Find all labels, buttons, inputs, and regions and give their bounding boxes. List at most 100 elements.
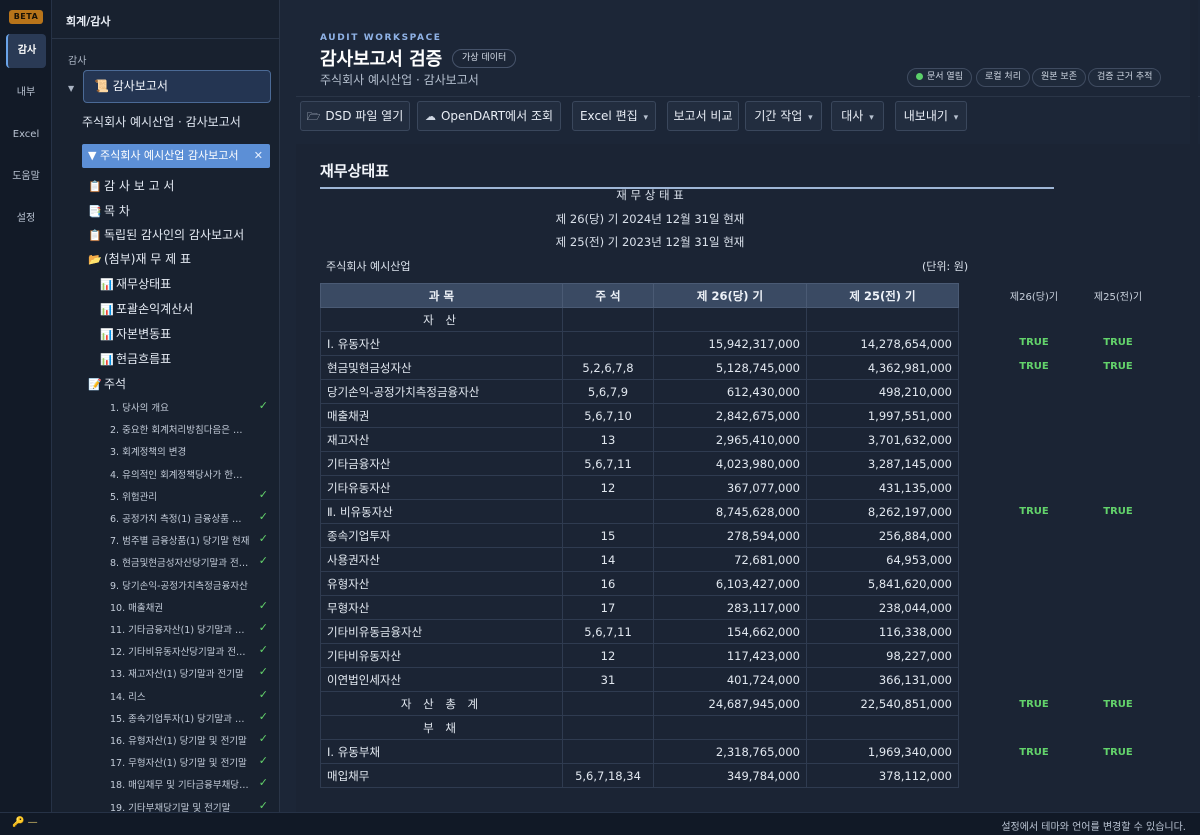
table-row[interactable]: 자 산 — [320, 307, 959, 332]
table-row[interactable]: 기타비유동자산 12 117,423,000 98,227,000 — [320, 643, 959, 668]
note-item[interactable]: 3. 회계정책의 변경 — [110, 444, 268, 458]
note-item[interactable]: 4. 유의적인 회계정책당사가 한국채택국제회계 — [110, 467, 268, 481]
note-item[interactable]: 13. 재고자산(1) 당기말과 전기말 ✓ — [110, 665, 268, 680]
note-item[interactable]: 7. 범주별 금융상품(1) 당기말 현재 ✓ — [110, 532, 268, 547]
tree-item[interactable]: 📊 재무상태표 — [100, 275, 171, 292]
table-row[interactable]: 사용권자산 14 72,681,000 64,953,000 — [320, 547, 959, 572]
note-item-label: 1. 당사의 개요 — [110, 403, 169, 414]
button-label: 기간 작업 — [754, 109, 803, 123]
tree-item[interactable]: 📂 (첨부)재 무 제 표 — [88, 250, 191, 267]
document-context-label: 주식회사 예시산업 · 감사보고서 — [82, 115, 241, 129]
prior-amount-cell — [806, 307, 959, 332]
note-item[interactable]: 11. 기타금융자산(1) 당기말과 전기말 ✓ — [110, 621, 268, 636]
note-item[interactable]: 12. 기타비유동자산당기말과 전기말 ✓ — [110, 643, 268, 658]
note-item[interactable]: 8. 현금및현금성자산당기말과 전기말 ✓ — [110, 554, 268, 570]
column-header-account: 과 목 — [320, 283, 563, 308]
table-row[interactable]: 매출채권 5,6,7,10 2,842,675,000 1,997,551,000 — [320, 403, 959, 428]
table-row[interactable]: 기타금융자산 5,6,7,11 4,023,980,000 3,287,145,000 — [320, 451, 959, 476]
check-icon: ✓ — [258, 732, 268, 745]
button-label: DSD 파일 열기 — [325, 109, 404, 123]
note-cell: 12 — [562, 643, 654, 668]
current-amount-cell — [653, 307, 807, 332]
current-amount-cell — [653, 715, 807, 740]
table-row[interactable]: 이연법인세자산 31 401,724,000 366,131,000 — [320, 667, 959, 692]
column-header-note: 주 석 — [562, 283, 654, 308]
table-row[interactable]: 자 산 총 계 24,687,945,000 22,540,851,000 — [320, 691, 959, 716]
note-item[interactable]: 10. 매출채권 ✓ — [110, 599, 268, 614]
table-row[interactable]: Ⅰ. 유동자산 15,942,317,000 14,278,654,000 — [320, 331, 959, 356]
check-icon: ✓ — [258, 510, 268, 523]
compare-reports-button[interactable]: 보고서 비교 — [667, 101, 739, 131]
table-row[interactable]: 종속기업투자 15 278,594,000 256,884,000 — [320, 523, 959, 548]
tree-item[interactable]: 📋 감 사 보 고 서 — [88, 177, 174, 194]
balance-sheet-table: 과 목 주 석 제 26(당) 기 제 25(전) 기 자 산 Ⅰ. 유동자산 15… — [320, 283, 959, 788]
table-row[interactable]: 당기손익-공정가치측정금융자산 5,6,7,9 612,430,000 498,210… — [320, 379, 959, 404]
tree-item[interactable]: 📊 포괄손익계산서 — [100, 300, 193, 317]
close-icon[interactable]: ✕ — [254, 144, 263, 168]
caret-down-icon[interactable]: ▼ — [68, 84, 74, 93]
table-row[interactable]: 부 채 — [320, 715, 959, 740]
document-viewer[interactable]: 재무상태표 재 무 상 태 표 제 26(당) 기 2024년 12월 31일 … — [296, 144, 1200, 812]
table-row[interactable]: 무형자산 17 283,117,000 238,044,000 — [320, 595, 959, 620]
opendart-lookup-button[interactable]: ☁ OpenDART에서 조회 — [417, 101, 561, 131]
unit-label: (단위: 원) — [922, 260, 969, 273]
open-dsd-button[interactable]: 🗁 DSD 파일 열기 — [300, 101, 410, 131]
table-row[interactable]: 재고자산 13 2,965,410,000 3,701,632,000 — [320, 427, 959, 452]
note-item-label: 8. 현금및현금성자산당기말과 전기말 — [110, 558, 250, 570]
column-header-current: 제 26(당) 기 — [653, 283, 807, 308]
note-item[interactable]: 9. 당기손익-공정가치측정금융자산 — [110, 578, 268, 592]
vertical-scrollbar[interactable] — [1190, 0, 1198, 812]
table-row[interactable]: 매입채무 5,6,7,18,34 349,784,000 378,112,000 — [320, 763, 959, 788]
note-cell — [562, 307, 654, 332]
rail-item-excel[interactable]: Excel — [6, 118, 46, 152]
prior-amount-cell: 256,884,000 — [806, 523, 959, 548]
table-row[interactable]: Ⅱ. 비유동자산 8,745,628,000 8,262,197,000 — [320, 499, 959, 524]
rail-item-settings[interactable]: 설정 — [6, 202, 46, 236]
note-cell: 5,2,6,7,8 — [562, 355, 654, 380]
period-task-button[interactable]: 기간 작업 ▾ — [745, 101, 822, 131]
note-cell: 16 — [562, 571, 654, 596]
section-title: 재무상태표 — [320, 162, 390, 180]
note-item[interactable]: 15. 종속기업투자(1) 당기말과 전기말 ✓ — [110, 710, 268, 725]
note-item[interactable]: 18. 매입채무 및 기타금융부채당기말 ✓ — [110, 776, 268, 791]
note-cell — [562, 691, 654, 716]
rail-item-internal[interactable]: 내부 — [6, 76, 46, 110]
check-icon: ✓ — [258, 643, 268, 657]
tree-node-active-document[interactable]: ▼ 주식회사 예시산업 감사보고서 ✕ — [82, 144, 270, 168]
tree-item[interactable]: 📑 목 차 — [88, 202, 130, 219]
tree-item[interactable]: 📊 현금흐름표 — [100, 350, 171, 367]
table-row[interactable]: 기타비유동금융자산 5,6,7,11 154,662,000 116,338,000 — [320, 619, 959, 644]
tree-item[interactable]: 📊 자본변동표 — [100, 325, 171, 342]
license-key-indicator[interactable]: 🔑 — — [12, 817, 38, 828]
note-item[interactable]: 2. 중요한 회계처리방침다음은 재무제표 작성 — [110, 422, 268, 436]
note-item[interactable]: 1. 당사의 개요 ✓ — [110, 399, 268, 414]
note-item[interactable]: 17. 무형자산(1) 당기말 및 전기말 ✓ — [110, 754, 268, 769]
table-row[interactable]: 현금및현금성자산 5,2,6,7,8 5,128,745,000 4,362,981,… — [320, 355, 959, 380]
tree-node-label: ▼ 주식회사 예시산업 감사보고서 — [88, 149, 239, 162]
table-row[interactable]: 유형자산 16 6,103,427,000 5,841,620,000 — [320, 571, 959, 596]
tree-root-audit-report[interactable]: 📜 감사보고서 — [83, 70, 271, 103]
export-button[interactable]: 내보내기 ▾ — [895, 101, 967, 131]
tree-item[interactable]: 📋 독립된 감사인의 감사보고서 — [88, 226, 244, 243]
note-item-label: 14. 리스 — [110, 691, 146, 703]
check-column-header-current: 제26(당)기 — [1009, 292, 1059, 303]
verification-result: TRUE — [1019, 505, 1049, 517]
note-item[interactable]: 16. 유형자산(1) 당기말 및 전기말 ✓ — [110, 732, 268, 747]
note-item-label: 19. 기타부채당기말 및 전기말 — [110, 802, 231, 812]
tree-item[interactable]: 📝 주석 — [88, 375, 126, 392]
rail-item-audit[interactable]: 감사 — [6, 34, 46, 68]
table-row[interactable]: 기타유동자산 12 367,077,000 431,135,000 — [320, 475, 959, 500]
reconcile-button[interactable]: 대사 ▾ — [831, 101, 884, 131]
check-icon: ✓ — [258, 754, 268, 768]
current-amount-cell: 612,430,000 — [653, 379, 807, 404]
note-item[interactable]: 19. 기타부채당기말 및 전기말 ✓ — [110, 799, 268, 812]
note-item[interactable]: 5. 위험관리 ✓ — [110, 488, 268, 503]
current-amount-cell: 2,318,765,000 — [653, 739, 807, 764]
note-item[interactable]: 6. 공정가치 측정(1) 금융상품 공정가치 ✓ — [110, 510, 268, 525]
note-cell — [562, 499, 654, 524]
excel-edit-button[interactable]: Excel 편집 ▾ — [572, 101, 656, 131]
account-cell: 부 채 — [320, 715, 563, 740]
rail-item-help[interactable]: 도움말 — [6, 160, 46, 194]
note-item[interactable]: 14. 리스 ✓ — [110, 688, 268, 703]
table-row[interactable]: Ⅰ. 유동부채 2,318,765,000 1,969,340,000 — [320, 739, 959, 764]
